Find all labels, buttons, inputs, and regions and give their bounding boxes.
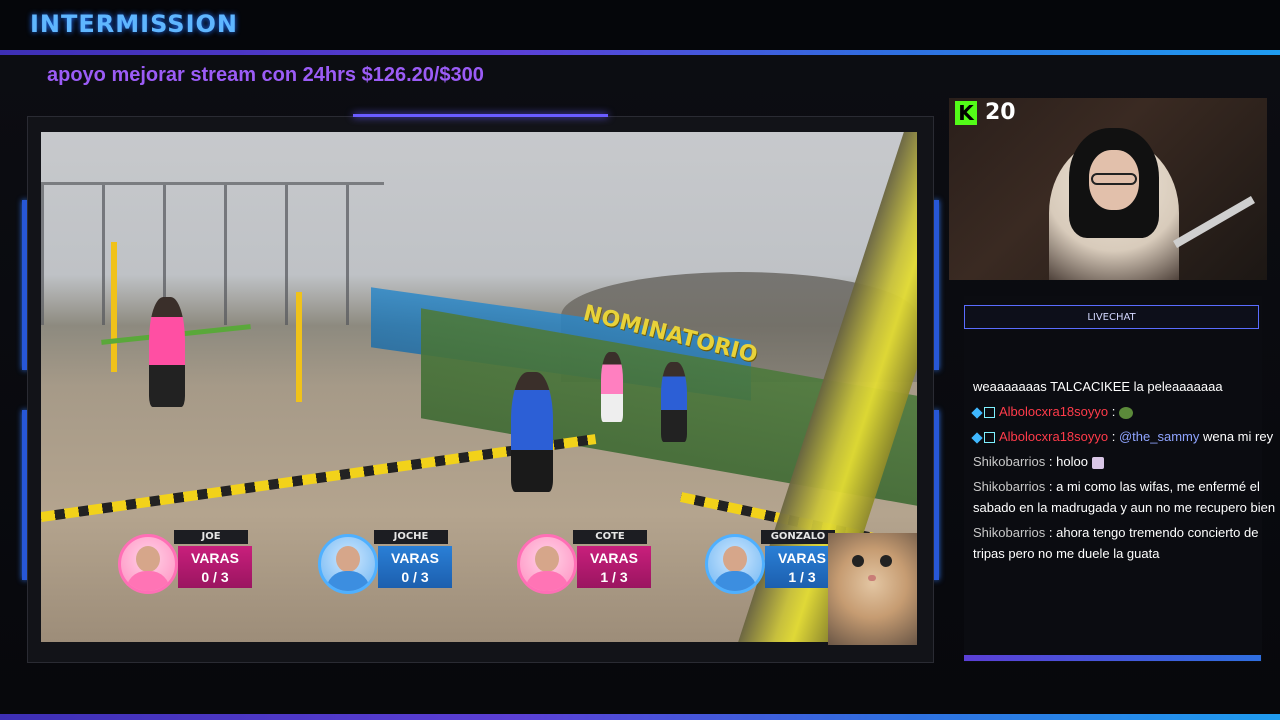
avatar (705, 534, 765, 594)
top-accent-line (0, 50, 1280, 55)
scene-title: INTERMISSION (30, 10, 238, 38)
score-value: 0 / 3 (201, 569, 229, 585)
frog-emote-icon (1118, 406, 1133, 419)
microphone-arm (1173, 196, 1255, 248)
score-value: 0 / 3 (401, 569, 429, 585)
chat-message: weaaaaaaas TALCACIKEE la peleaaaaaaa (973, 376, 1280, 397)
chat-message: Shikobarrios : ahora tengo tremendo conc… (973, 522, 1280, 564)
chat-header: LIVECHAT (964, 305, 1259, 329)
cat-nose (868, 575, 876, 581)
cat-eye (852, 555, 864, 567)
chat-message: Albolocxra18soyyo : @the_sammy wena mi r… (971, 426, 1280, 447)
avatar (118, 534, 178, 594)
player-name: GONZALO (761, 530, 835, 544)
streamer-glasses (1091, 173, 1137, 185)
message-text: wena mi rey (1199, 429, 1274, 444)
chat-username[interactable]: Albolocxra18soyyo (999, 404, 1108, 419)
score-box: VARAS 0 / 3 (378, 546, 452, 588)
cat-overlay-image (828, 533, 917, 645)
score-box: VARAS 1 / 3 (577, 546, 651, 588)
bystander (601, 352, 623, 422)
chat-message: Shikobarrios : a mi como las wifas, me e… (973, 476, 1280, 518)
donation-goal: apoyo mejorar stream con 24hrs $126.20/$… (47, 64, 484, 86)
scaffold-structure (41, 182, 384, 325)
score-label: VARAS (391, 550, 439, 566)
frame-glow (353, 114, 608, 117)
yellow-pole (296, 292, 302, 402)
player-name: JOE (174, 530, 248, 544)
message-separator: : (1108, 429, 1116, 444)
sub-badge-icon (984, 407, 995, 419)
message-text: weaaaaaaas TALCACIKEE la peleaaaaaaa (973, 379, 1223, 394)
chat-bottom-accent (964, 655, 1261, 661)
player-name: JOCHE (374, 530, 448, 544)
viewer-count: K 20 (955, 100, 1016, 125)
streamer-webcam (949, 98, 1267, 280)
avatar (318, 534, 378, 594)
avatar (517, 534, 577, 594)
diamond-badge-icon (971, 406, 983, 419)
chat-username[interactable]: Shikobarrios (973, 479, 1045, 494)
score-label: VARAS (191, 550, 239, 566)
mention[interactable]: @the_sammy (1119, 429, 1199, 444)
message-text: holoo (1052, 454, 1088, 469)
score-box: VARAS 0 / 3 (178, 546, 252, 588)
message-separator: : (1045, 454, 1053, 469)
score-label: VARAS (590, 550, 638, 566)
diamond-badge-icon (971, 431, 983, 444)
chat-message: Albolocxra18soyyo : (971, 401, 1280, 422)
cat-eye (880, 555, 892, 567)
bystander (661, 362, 687, 442)
player-name: COTE (573, 530, 647, 544)
message-separator: : (1108, 404, 1116, 419)
message-separator: : (1045, 479, 1053, 494)
chat-message: Shikobarrios : holoo (973, 451, 1280, 472)
top-bar: INTERMISSION (0, 0, 1280, 52)
chat-username[interactable]: Albolocxra18soyyo (999, 429, 1108, 444)
bunny-emote-icon (1091, 456, 1104, 469)
chat-username[interactable]: Shikobarrios (973, 454, 1045, 469)
chat-username[interactable]: Shikobarrios (973, 525, 1045, 540)
sub-badge-icon (984, 432, 995, 444)
viewer-number: 20 (985, 100, 1016, 125)
score-value: 1 / 3 (600, 569, 628, 585)
runner-pink (149, 297, 185, 407)
yellow-pole (111, 242, 117, 372)
runner-blue (511, 372, 553, 492)
bottom-accent-line (0, 714, 1280, 720)
kick-logo-icon: K (955, 100, 977, 125)
chat-messages[interactable]: weaaaaaaas TALCACIKEE la peleaaaaaaa Alb… (971, 376, 1280, 568)
message-separator: : (1045, 525, 1053, 540)
